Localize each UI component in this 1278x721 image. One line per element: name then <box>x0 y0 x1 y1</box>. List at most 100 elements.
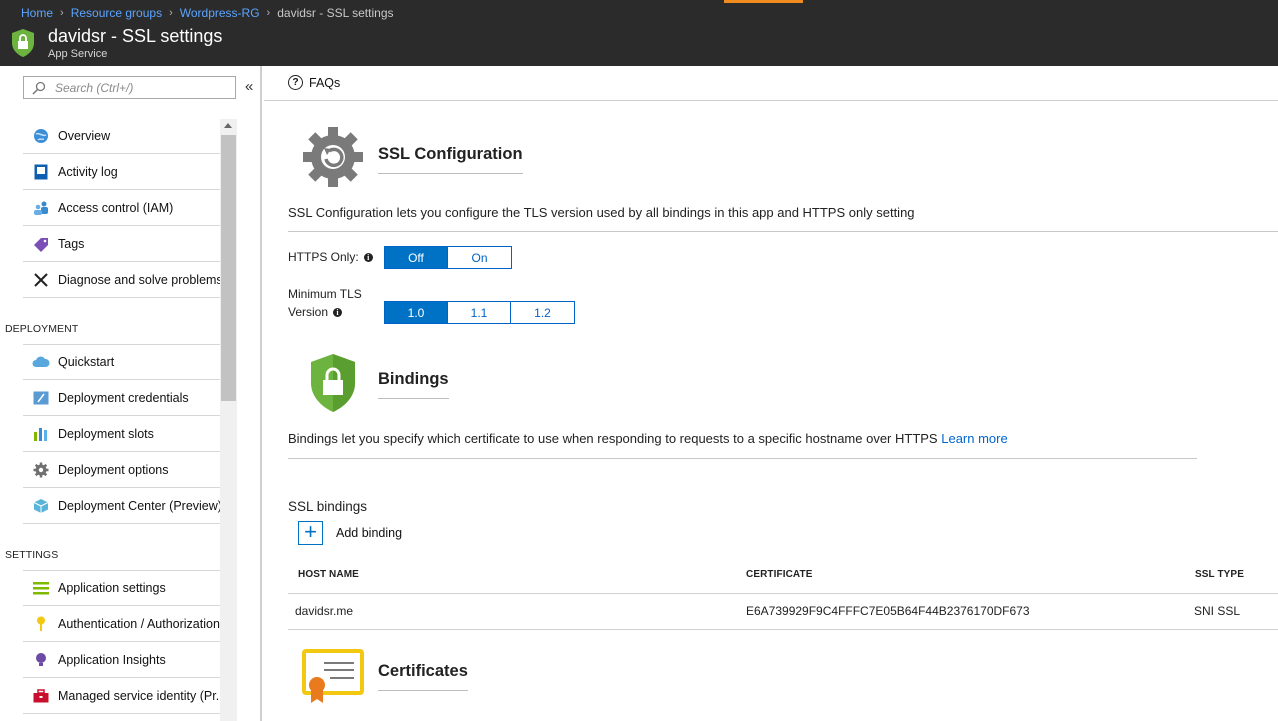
section-label: SETTINGS <box>5 549 59 561</box>
sidebar-item-authentication[interactable]: Authentication / Authorization <box>23 606 220 642</box>
breadcrumb-home[interactable]: Home <box>21 6 53 20</box>
breadcrumb-resource-groups[interactable]: Resource groups <box>71 6 162 20</box>
sidebar-item-application-settings[interactable]: Application settings <box>23 570 220 606</box>
ssl-configuration-gear-icon <box>303 127 363 187</box>
command-bar: ? FAQs <box>264 66 1278 101</box>
sidebar-item-label: Authentication / Authorization <box>58 616 220 631</box>
sidebar-item-deployment-center[interactable]: Deployment Center (Preview) <box>23 488 220 524</box>
ssl-configuration-title: SSL Configuration <box>378 145 523 174</box>
table-row[interactable]: davidsr.me E6A739929F9C4FFFC7E05B64F44B2… <box>288 594 1278 630</box>
minimum-tls-text-line1: Minimum TLS <box>288 287 362 301</box>
sidebar-item-label: Deployment slots <box>58 426 154 441</box>
key-icon <box>32 615 50 633</box>
sidebar-item-label: Quickstart <box>58 355 115 369</box>
scrollbar-thumb[interactable] <box>221 135 236 401</box>
header-accent-bar <box>724 0 803 3</box>
tls-option-1-2[interactable]: 1.2 <box>511 302 574 323</box>
column-certificate[interactable]: CERTIFICATE <box>746 569 812 580</box>
bindings-shield-icon <box>311 354 355 412</box>
sidebar-item-label: Deployment credentials <box>58 390 189 405</box>
tls-option-1-1[interactable]: 1.1 <box>448 302 511 323</box>
sidebar-item-deployment-credentials[interactable]: Deployment credentials <box>23 380 220 416</box>
sidebar-menu: Overview Activity log Access control (IA… <box>5 118 220 714</box>
sidebar-item-access-control[interactable]: Access control (IAM) <box>23 190 220 226</box>
https-on-option[interactable]: On <box>448 247 511 268</box>
https-off-option[interactable]: Off <box>385 247 448 268</box>
ssl-configuration-description: SSL Configuration lets you configure the… <box>288 205 915 220</box>
sidebar-item-label: Diagnose and solve problems <box>58 272 220 287</box>
column-ssl-type[interactable]: SSL TYPE <box>1195 569 1244 580</box>
add-binding-button[interactable]: + Add binding <box>298 521 402 545</box>
main-content: ? FAQs SSL Configuration SSL Configurati… <box>264 66 1278 721</box>
cube-icon <box>32 497 50 515</box>
cell-host-name: davidsr.me <box>295 604 354 618</box>
tls-option-1-0[interactable]: 1.0 <box>385 302 448 323</box>
cell-ssl-type: SNI SSL <box>1194 604 1241 618</box>
chevron-right-icon: › <box>60 7 64 19</box>
sidebar-item-application-insights[interactable]: Application Insights <box>23 642 220 678</box>
page-title: davidsr - SSL settings <box>48 26 223 46</box>
learn-more-link[interactable]: Learn more <box>941 431 1007 446</box>
scroll-up-arrow-icon[interactable] <box>224 123 232 128</box>
sidebar-item-managed-identity[interactable]: Managed service identity (Pr... <box>23 678 220 714</box>
slots-icon <box>32 425 50 443</box>
sidebar-item-label: Overview <box>58 128 111 143</box>
search-input[interactable] <box>55 80 225 95</box>
activity-log-icon <box>32 163 50 181</box>
info-icon[interactable]: i <box>363 253 373 263</box>
people-icon <box>32 199 50 217</box>
search-icon <box>32 81 46 95</box>
ssl-bindings-heading: SSL bindings <box>288 499 368 514</box>
section-header-deployment: DEPLOYMENT <box>5 298 220 344</box>
cell-certificate: E6A739929F9C4FFFC7E05B64F44B2376170DF673 <box>746 604 1030 618</box>
https-only-toggle[interactable]: Off On <box>384 246 512 269</box>
breadcrumb-current: davidsr - SSL settings <box>277 6 394 20</box>
tls-version-selector[interactable]: 1.0 1.1 1.2 <box>384 301 575 324</box>
sidebar-item-label: Deployment options <box>58 462 169 477</box>
top-header: Home › Resource groups › Wordpress-RG › … <box>0 0 1278 66</box>
lightbulb-icon <box>32 651 50 669</box>
section-label: DEPLOYMENT <box>5 323 79 335</box>
cloud-icon <box>32 353 50 371</box>
left-navigation: « Overview Activity log Access control (… <box>0 66 262 721</box>
bindings-description-text: Bindings let you specify which certifica… <box>288 431 938 446</box>
sidebar-item-label: Activity log <box>58 164 118 179</box>
sidebar-item-quickstart[interactable]: Quickstart <box>23 344 220 380</box>
sidebar-item-diagnose[interactable]: Diagnose and solve problems <box>23 262 220 298</box>
sidebar-item-label: Application settings <box>58 581 166 595</box>
plus-icon: + <box>298 521 323 545</box>
bindings-table-header: HOST NAME CERTIFICATE SSL TYPE <box>288 559 1278 594</box>
sidebar-item-tags[interactable]: Tags <box>23 226 220 262</box>
bindings-title: Bindings <box>378 370 449 399</box>
question-icon: ? <box>288 75 303 90</box>
sidebar-item-activity-log[interactable]: Activity log <box>23 154 220 190</box>
sidebar-item-label: Access control (IAM) <box>58 200 174 215</box>
sidebar-item-deployment-slots[interactable]: Deployment slots <box>23 416 220 452</box>
add-binding-label: Add binding <box>336 526 403 540</box>
tag-icon <box>32 235 50 253</box>
credentials-icon <box>32 389 50 407</box>
bindings-description: Bindings let you specify which certifica… <box>288 431 1008 446</box>
sidebar-item-label: Application Insights <box>58 652 166 667</box>
breadcrumb-wordpress-rg[interactable]: Wordpress-RG <box>180 6 260 20</box>
settings-bars-icon <box>32 579 50 597</box>
collapse-menu-button[interactable]: « <box>245 78 253 95</box>
column-host-name[interactable]: HOST NAME <box>298 569 359 580</box>
faqs-button[interactable]: ? FAQs <box>288 75 340 90</box>
globe-icon <box>32 127 50 145</box>
chevron-right-icon: › <box>266 7 271 19</box>
divider <box>288 458 1197 459</box>
sidebar-scrollbar[interactable] <box>220 119 237 721</box>
sidebar-item-label: Managed service identity (Pr... <box>58 688 220 703</box>
search-box[interactable] <box>23 76 236 99</box>
certificate-icon <box>302 649 364 703</box>
section-header-settings: SETTINGS <box>5 524 220 570</box>
sidebar-item-overview[interactable]: Overview <box>23 118 220 154</box>
breadcrumb: Home › Resource groups › Wordpress-RG › … <box>21 6 394 20</box>
minimum-tls-text-line2: Version <box>288 305 329 319</box>
faqs-label: FAQs <box>309 75 341 90</box>
ssl-shield-icon <box>12 29 34 57</box>
sidebar-item-deployment-options[interactable]: Deployment options <box>23 452 220 488</box>
info-icon[interactable]: i <box>333 308 343 318</box>
sidebar-item-label: Deployment Center (Preview) <box>58 498 220 513</box>
